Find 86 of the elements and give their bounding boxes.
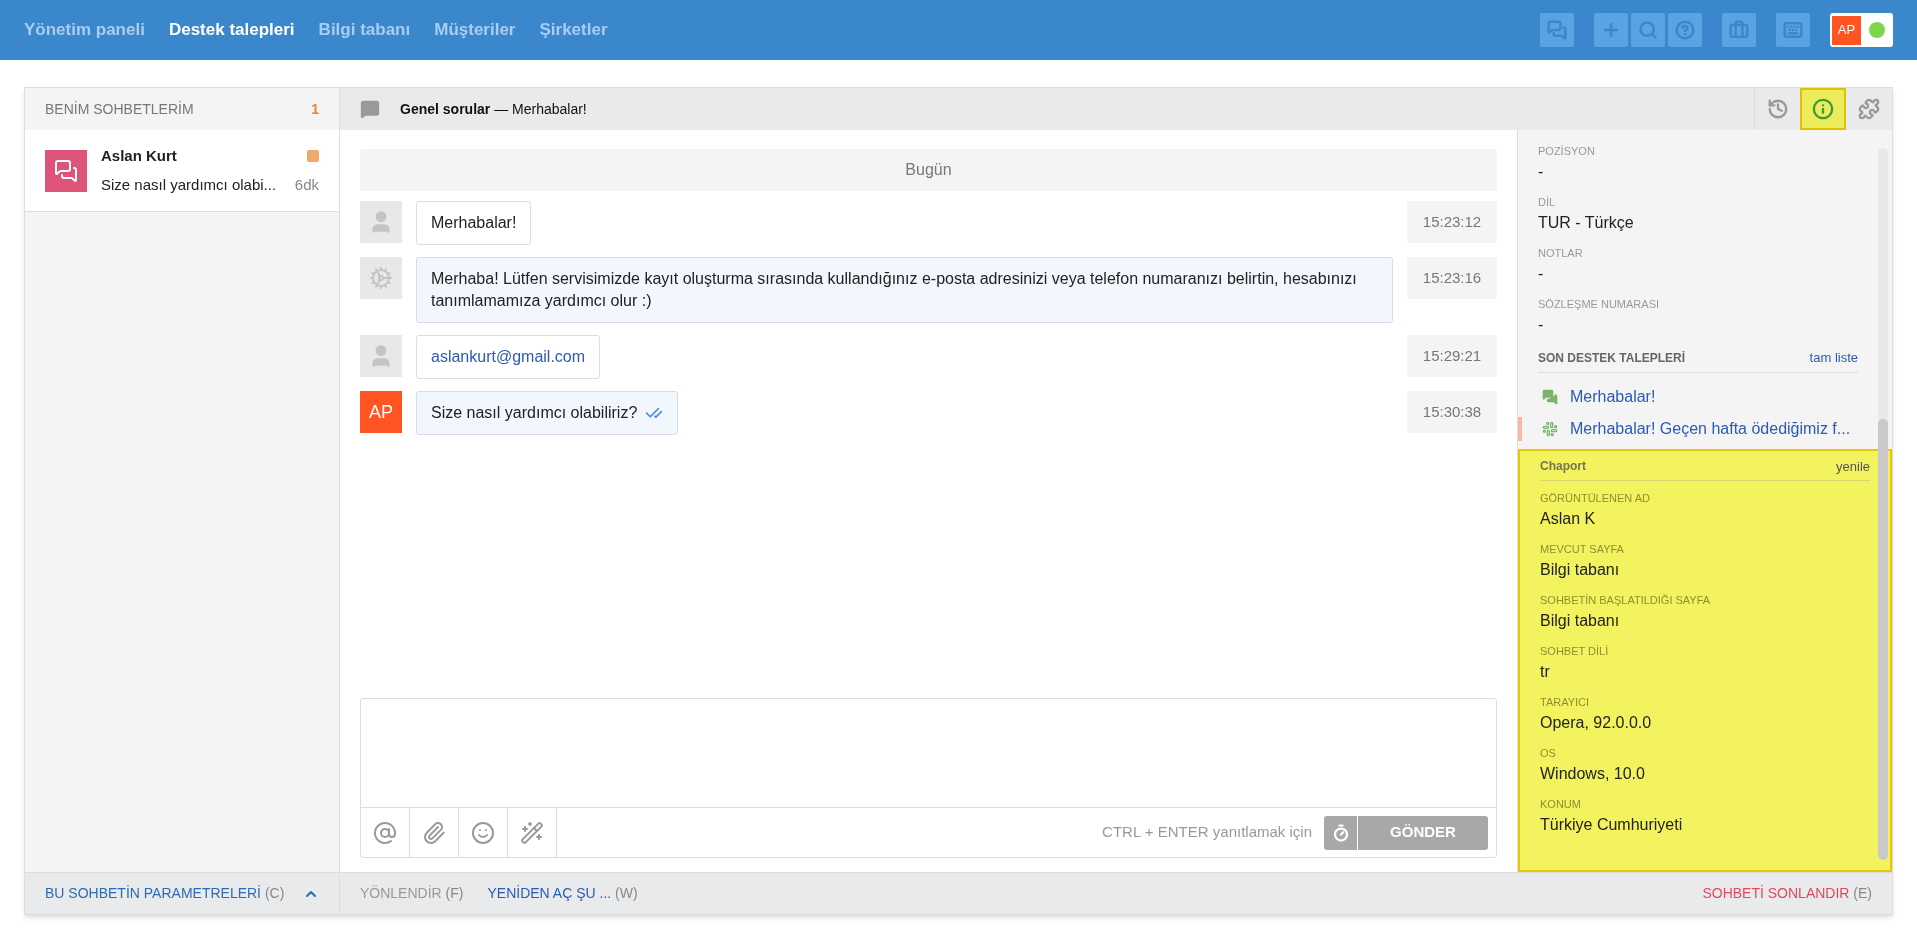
message-time: 15:30:38 (1407, 391, 1497, 433)
field-value: Aslan K (1540, 509, 1597, 529)
message-text: Merhabalar! (431, 213, 517, 233)
chat-list-item[interactable]: Aslan Kurt Size nasıl yardımcı olabi... 6dk (25, 130, 339, 212)
topic-title: Genel sorular — Merhabalar! (400, 99, 587, 119)
hash-icon (1542, 420, 1558, 437)
plugin-icon (1858, 98, 1880, 120)
field-label: KONUM (1540, 797, 1582, 811)
message-time: 15:29:21 (1407, 335, 1497, 377)
briefcase-icon (1729, 20, 1749, 40)
nav-link[interactable]: Bilgi tabanı (318, 17, 411, 43)
scrollbar-thumb[interactable] (1878, 418, 1888, 860)
message-text[interactable]: aslankurt@gmail.com (431, 346, 586, 368)
footer-action-link[interactable]: YÖNLENDİR (F) (360, 883, 464, 904)
stopwatch-icon (1331, 823, 1350, 842)
field-label: TARAYICI (1540, 695, 1591, 709)
chat-button[interactable] (1540, 13, 1574, 47)
chat-icon (1547, 20, 1567, 40)
field-label: OS (1540, 746, 1557, 760)
at-sign-icon (373, 820, 397, 845)
smiley-icon (471, 820, 495, 845)
chat-count: 1 (311, 99, 319, 119)
message-time: 15:23:12 (1407, 201, 1497, 243)
shortcut-hint: CTRL + ENTER yanıtlamak için (1102, 822, 1312, 843)
field-label: POZİSYON (1538, 144, 1596, 158)
field-value: tr (1540, 662, 1551, 682)
info-icon (1812, 98, 1834, 120)
full-list-link[interactable]: tam liste (1809, 348, 1858, 368)
field-value: Bilgi tabanı (1540, 611, 1621, 631)
help-icon (1675, 20, 1695, 40)
search-button[interactable] (1631, 13, 1665, 47)
briefcase-button[interactable] (1722, 13, 1756, 47)
nav-link[interactable]: Destek talepleri (168, 17, 295, 43)
chat-icon (1542, 388, 1558, 405)
field-label: SOHBETİN BAŞLATILDIĞI SAYFA (1540, 593, 1712, 607)
field-label: DİL (1538, 195, 1557, 209)
keyboard-icon (1783, 20, 1803, 40)
user-badge[interactable]: AP (1830, 13, 1893, 47)
footer-action-link[interactable]: SOHBETİ SONLANDIR (E) (1702, 883, 1872, 904)
integration-title: Chaport (1540, 458, 1586, 476)
chat-time: 6dk (294, 174, 319, 195)
help-button[interactable] (1668, 13, 1702, 47)
field-label: GÖRÜNTÜLENEN AD (1540, 491, 1652, 505)
recent-ticket-link[interactable]: Merhabalar! (1518, 384, 1878, 409)
paperclip-icon (422, 820, 446, 845)
gears-icon (369, 266, 393, 290)
field-value: Türkiye Cumhuriyeti (1540, 815, 1684, 835)
field-label: NOTLAR (1538, 246, 1584, 260)
chat-icon (360, 99, 380, 119)
scrollbar[interactable] (1878, 148, 1888, 860)
plus-button[interactable] (1594, 13, 1628, 47)
sidebar-title: BENİM SOHBETLERİM (45, 99, 194, 119)
search-icon (1638, 20, 1658, 40)
plus-icon (1601, 20, 1621, 40)
field-label: SÖZLEŞME NUMARASI (1538, 297, 1661, 311)
field-value: Windows, 10.0 (1540, 764, 1646, 784)
history-icon (1766, 98, 1789, 120)
agent-avatar: AP (360, 391, 402, 433)
message-text: Size nasıl yardımcı olabiliriz? (431, 403, 638, 423)
field-value: Bilgi tabanı (1540, 560, 1621, 580)
timer-button[interactable] (1324, 815, 1358, 850)
nav-link[interactable]: Yönetim paneli (24, 17, 145, 43)
panel-tab[interactable] (1800, 88, 1846, 130)
chat-preview: Size nasıl yardımcı olabi... (101, 174, 277, 195)
message-text: Merhaba! Lütfen servisimizde kayıt oluşturma sırasında kullandığınız e-posta adresinizi veya telefon numaranızı belirtin, hesabınızı tanımlamamıza yardımcı olur :) (431, 269, 1358, 311)
refresh-link[interactable]: yenile (1836, 456, 1870, 476)
field-value: - (1538, 264, 1545, 284)
field-value: - (1538, 162, 1545, 182)
section-title: SON DESTEK TALEPLERİ (1538, 349, 1686, 367)
nav-link[interactable]: Müşteriler (434, 17, 516, 43)
field-label: SOHBET DİLİ (1540, 644, 1610, 658)
nav-link[interactable]: Şirketler (539, 17, 608, 43)
magic-wand-icon (520, 820, 544, 845)
contact-name: Aslan Kurt (101, 146, 177, 166)
field-label: MEVCUT SAYFA (1540, 542, 1625, 556)
field-value: TUR - Türkçe (1538, 213, 1635, 233)
message-time: 15:23:16 (1407, 257, 1497, 299)
chat-bubbles-icon (54, 158, 78, 183)
parameters-label: BU SOHBETİN PARAMETRELERİ (C) (45, 884, 285, 903)
footer-action-link[interactable]: YENİDEN AÇ ŞU ... (W) (487, 883, 638, 904)
parameters-bar[interactable]: BU SOHBETİN PARAMETRELERİ (C) (25, 872, 339, 914)
field-value: Opera, 92.0.0.0 (1540, 713, 1653, 733)
send-button[interactable]: GÖNDER (1358, 815, 1488, 850)
user-initials: AP (1832, 15, 1861, 45)
keyboard-button[interactable] (1776, 13, 1810, 47)
field-value: - (1538, 315, 1545, 335)
